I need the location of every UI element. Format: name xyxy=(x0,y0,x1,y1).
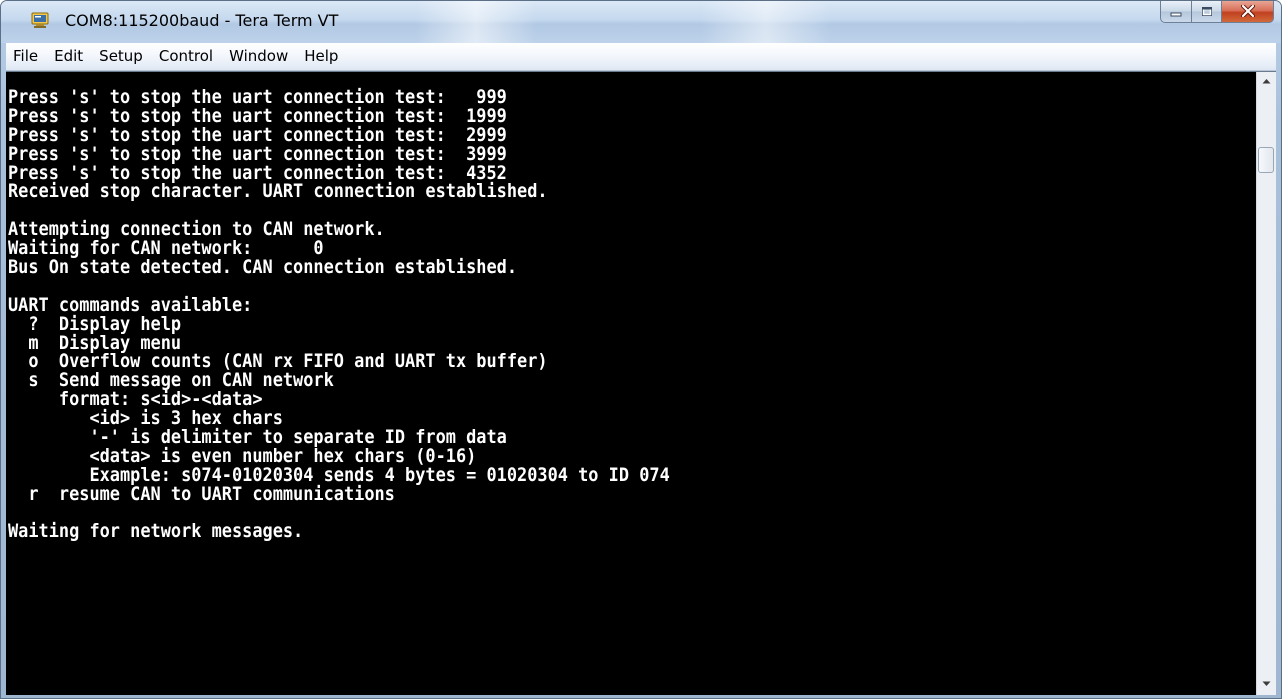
caption-buttons xyxy=(1160,1,1274,23)
minimize-icon xyxy=(1170,2,1182,21)
menu-help[interactable]: Help xyxy=(296,43,346,70)
maximize-button[interactable] xyxy=(1192,1,1222,23)
terminal-line: Press 's' to stop the uart connection te… xyxy=(8,142,507,165)
scroll-thumb[interactable] xyxy=(1258,147,1274,173)
tera-term-window: COM8:115200baud - Tera Term VT File Edit… xyxy=(0,0,1282,699)
menu-control[interactable]: Control xyxy=(151,43,221,70)
terminal-line: ? Display help xyxy=(8,312,182,335)
terminal-line: <data> is even number hex chars (0-16) xyxy=(8,444,477,467)
menu-setup[interactable]: Setup xyxy=(91,43,151,70)
menu-bar: File Edit Setup Control Window Help xyxy=(6,43,1276,71)
terminal-line: Waiting for network messages. xyxy=(8,520,304,543)
terminal-output: Press 's' to stop the uart connection te… xyxy=(8,88,670,541)
vertical-scrollbar[interactable] xyxy=(1256,72,1276,695)
terminal-screen[interactable]: Press 's' to stop the uart connection te… xyxy=(6,72,1254,695)
menu-file[interactable]: File xyxy=(6,43,46,70)
title-bar-glare xyxy=(416,1,536,43)
terminal-line: Bus On state detected. CAN connection es… xyxy=(8,256,518,279)
close-icon xyxy=(1240,3,1255,21)
arrow-up-icon xyxy=(1262,77,1271,87)
arrow-down-icon xyxy=(1262,680,1271,690)
close-button[interactable] xyxy=(1222,1,1274,23)
minimize-button[interactable] xyxy=(1160,1,1192,23)
terminal-line: r resume CAN to UART communications xyxy=(8,482,395,505)
title-bar-glare xyxy=(701,1,831,43)
terminal-line: Press 's' to stop the uart connection te… xyxy=(8,104,507,127)
menu-window[interactable]: Window xyxy=(221,43,296,70)
terminal-line: Press 's' to stop the uart connection te… xyxy=(8,123,507,146)
menu-edit[interactable]: Edit xyxy=(46,43,91,70)
maximize-icon xyxy=(1201,2,1213,21)
scroll-down-button[interactable] xyxy=(1257,675,1276,695)
terminal-frame: Press 's' to stop the uart connection te… xyxy=(6,71,1276,695)
title-bar[interactable]: COM8:115200baud - Tera Term VT xyxy=(1,1,1281,43)
terminal-line: Example: s074-01020304 sends 4 bytes = 0… xyxy=(8,463,670,486)
scroll-up-button[interactable] xyxy=(1257,72,1276,92)
terminal-line: UART commands available: xyxy=(8,293,253,316)
terminal-line: Received stop character. UART connection… xyxy=(8,180,548,203)
window-title: COM8:115200baud - Tera Term VT xyxy=(65,11,339,30)
tera-term-icon[interactable] xyxy=(31,11,49,29)
